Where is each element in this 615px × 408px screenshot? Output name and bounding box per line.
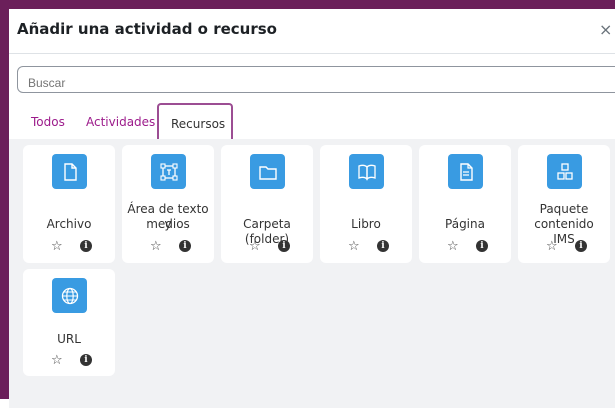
star-icon[interactable]: ☆ — [51, 240, 63, 253]
folder-icon — [250, 154, 285, 189]
resource-name-line2: medios — [146, 217, 190, 231]
info-icon[interactable]: i — [476, 240, 488, 252]
star-icon[interactable]: ☆ — [546, 240, 558, 253]
modal-dialog: Añadir una actividad o recurso × Todos A… — [0, 0, 615, 408]
info-icon[interactable]: i — [179, 240, 191, 252]
resource-card-area-texto[interactable]: Área de texto y medios ☆ i — [122, 145, 214, 263]
resource-card-paquete-ims[interactable]: Paquete contenido IMS ☆ i — [518, 145, 610, 263]
modal-title: Añadir una actividad o recurso — [17, 20, 277, 38]
resource-card-carpeta[interactable]: Carpeta (folder) ☆ i — [221, 145, 313, 263]
resource-name-line2: contenido IMS — [534, 217, 594, 246]
resource-grid: Archivo ☆ i Área de texto y medios ☆ i C… — [9, 139, 615, 408]
resource-name-line1: Paquete — [539, 202, 589, 216]
star-icon[interactable]: ☆ — [249, 240, 261, 253]
star-icon[interactable]: ☆ — [348, 240, 360, 253]
resource-card-pagina[interactable]: Página ☆ i — [419, 145, 511, 263]
resource-name: URL — [57, 332, 81, 346]
resource-name: Archivo — [46, 217, 92, 231]
info-icon[interactable]: i — [80, 354, 92, 366]
resource-card-libro[interactable]: Libro ☆ i — [320, 145, 412, 263]
star-icon[interactable]: ☆ — [150, 240, 162, 253]
tab-bar: Todos Actividades Recursos — [9, 103, 615, 141]
resource-card-archivo[interactable]: Archivo ☆ i — [23, 145, 115, 263]
resource-name: Página — [445, 217, 485, 231]
tab-todos[interactable]: Todos — [31, 103, 65, 141]
resource-card-url[interactable]: URL ☆ i — [23, 269, 115, 376]
info-icon[interactable]: i — [278, 240, 290, 252]
info-icon[interactable]: i — [80, 240, 92, 252]
book-icon — [349, 154, 384, 189]
info-icon[interactable]: i — [575, 240, 587, 252]
resource-name: Carpeta (folder) — [243, 217, 291, 246]
search-input[interactable] — [17, 66, 615, 93]
globe-icon — [52, 278, 87, 313]
file-icon — [52, 154, 87, 189]
modal-header: Añadir una actividad o recurso × — [9, 9, 615, 53]
ims-package-icon — [547, 154, 582, 189]
resource-name: Libro — [351, 217, 381, 231]
header-divider — [9, 53, 615, 54]
text-media-icon — [151, 154, 186, 189]
tab-recursos[interactable]: Recursos — [157, 103, 233, 141]
close-icon[interactable]: × — [599, 20, 612, 39]
star-icon[interactable]: ☆ — [51, 354, 63, 367]
tab-actividades[interactable]: Actividades — [86, 103, 155, 141]
info-icon[interactable]: i — [377, 240, 389, 252]
star-icon[interactable]: ☆ — [447, 240, 459, 253]
page-icon — [448, 154, 483, 189]
